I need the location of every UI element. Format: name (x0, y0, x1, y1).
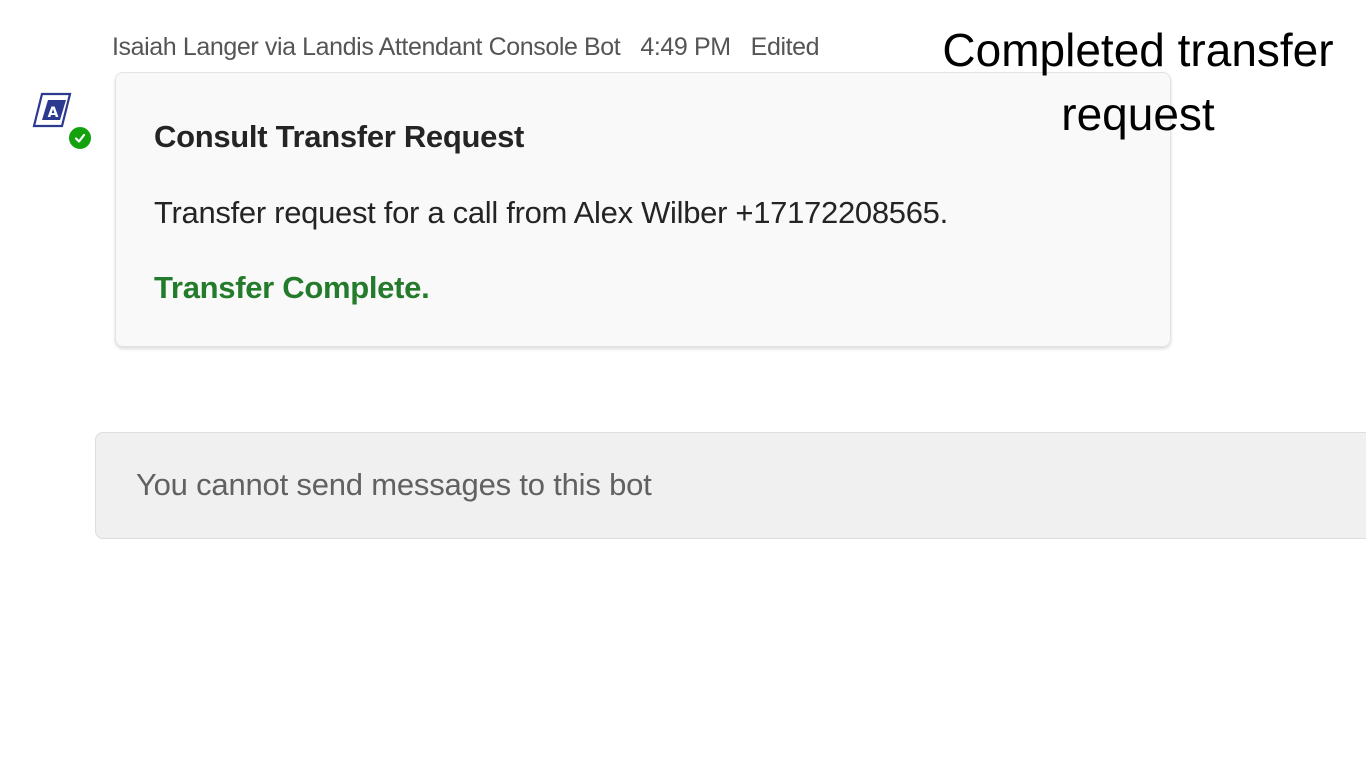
sender-name[interactable]: Isaiah Langer via Landis Attendant Conso… (112, 33, 621, 62)
transfer-status-text: Transfer Complete. (154, 270, 430, 305)
presence-available-icon (67, 125, 93, 151)
annotation-caption: Completed transfer request (942, 24, 1334, 140)
message-header: Isaiah Langer via Landis Attendant Conso… (112, 30, 820, 64)
edited-label: Edited (750, 32, 820, 61)
compose-disabled-message: You cannot send messages to this bot (136, 467, 652, 502)
message-timestamp: 4:49 PM (640, 32, 731, 61)
compose-box-disabled: You cannot send messages to this bot (95, 432, 1366, 539)
svg-text:A: A (48, 105, 59, 121)
checkmark-icon (74, 133, 86, 143)
card-body-text: Transfer request for a call from Alex Wi… (154, 195, 948, 230)
card-title: Consult Transfer Request (154, 119, 525, 154)
chat-view: A Isaiah Langer via Landis Attendant Con… (0, 0, 1366, 768)
